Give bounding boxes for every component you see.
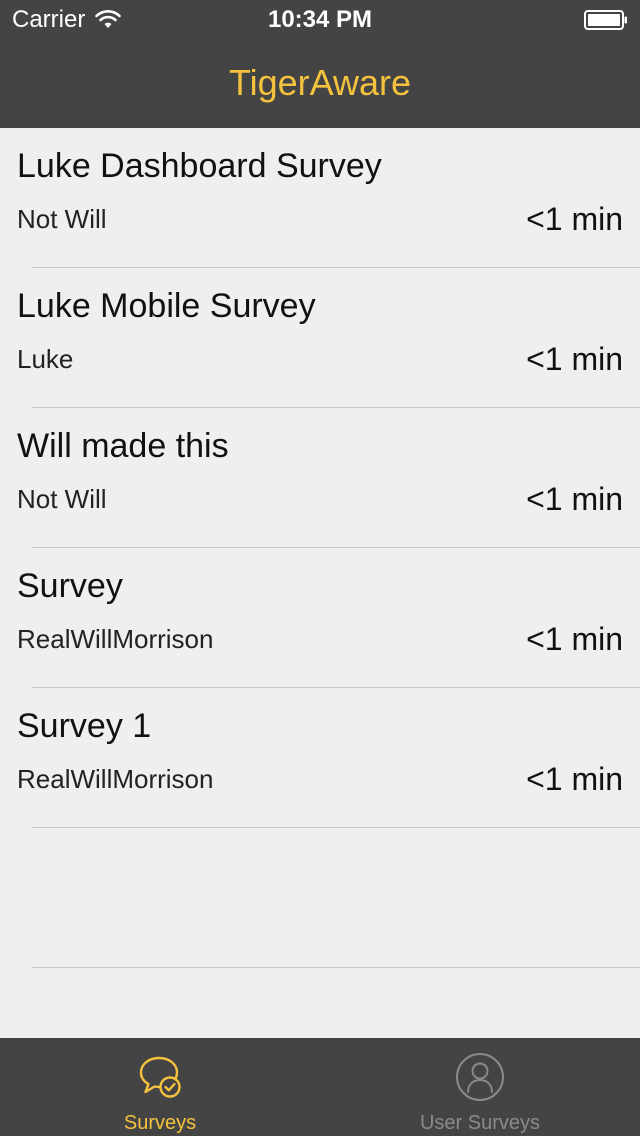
status-bar: Carrier 10:34 PM	[0, 0, 640, 40]
app-screen: Carrier 10:34 PM TigerAware Luke Dashboa…	[0, 0, 640, 1136]
survey-duration: <1 min	[526, 201, 623, 237]
survey-author: RealWillMorrison	[17, 624, 214, 654]
battery-icon	[584, 10, 627, 30]
survey-author: Luke	[17, 344, 74, 374]
survey-row[interactable]: Will made this Not Will <1 min	[0, 408, 640, 548]
survey-duration: <1 min	[526, 481, 623, 517]
tab-label: User Surveys	[419, 1112, 541, 1134]
survey-title: Will made this	[17, 427, 229, 465]
tab-label: Surveys	[123, 1112, 197, 1134]
survey-title: Survey	[17, 567, 123, 605]
survey-title: Survey 1	[17, 707, 152, 745]
survey-row[interactable]: Luke Dashboard Survey Not Will <1 min	[0, 128, 640, 268]
survey-title: Luke Mobile Survey	[17, 287, 316, 325]
empty-row	[0, 828, 640, 968]
nav-title: TigerAware	[228, 62, 412, 103]
survey-title: Luke Dashboard Survey	[17, 147, 382, 185]
survey-row[interactable]: Luke Mobile Survey Luke <1 min	[0, 268, 640, 408]
survey-duration: <1 min	[526, 761, 623, 797]
survey-row[interactable]: Survey RealWillMorrison <1 min	[0, 548, 640, 688]
survey-duration: <1 min	[526, 341, 623, 377]
header: Carrier 10:34 PM TigerAware	[0, 0, 640, 128]
survey-duration: <1 min	[526, 621, 623, 657]
survey-author: Not Will	[17, 484, 107, 514]
status-time: 10:34 PM	[267, 6, 373, 33]
row-divider	[32, 967, 640, 968]
survey-row[interactable]: Survey 1 RealWillMorrison <1 min	[0, 688, 640, 828]
tab-user-surveys[interactable]: User Surveys	[320, 1038, 640, 1136]
tab-bar: Surveys User Surveys	[0, 1038, 640, 1136]
survey-author: Not Will	[17, 204, 107, 234]
chat-check-icon	[139, 1056, 181, 1098]
survey-list[interactable]: Luke Dashboard Survey Not Will <1 min Lu…	[0, 128, 640, 968]
user-circle-icon	[456, 1053, 504, 1101]
tab-surveys[interactable]: Surveys	[0, 1038, 320, 1136]
survey-author: RealWillMorrison	[17, 764, 214, 794]
